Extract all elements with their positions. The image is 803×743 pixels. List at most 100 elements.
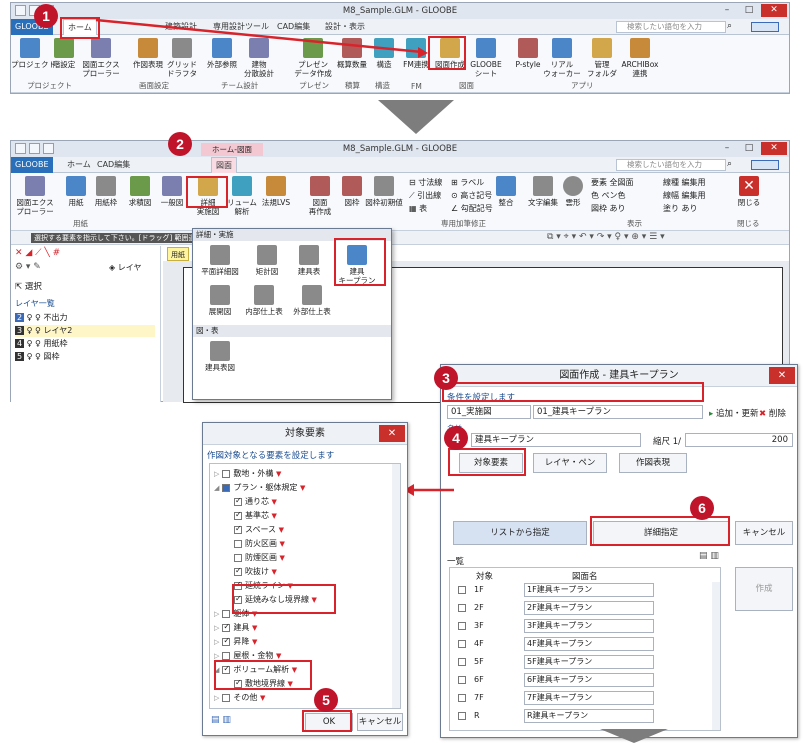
tree-item[interactable]: ▷ 昇降 ▼: [214, 636, 257, 647]
row-checkbox[interactable]: [458, 638, 469, 650]
menu-item-fitting-table[interactable]: 建具表: [289, 245, 329, 276]
filter-icon[interactable]: ▼: [272, 512, 277, 520]
height-mark-button[interactable]: ⊙ 高さ記号: [451, 190, 492, 201]
tree-item[interactable]: ▷ 建具 ▼: [214, 622, 257, 633]
row-checkbox[interactable]: [458, 692, 469, 704]
filter-icon[interactable]: ▼: [276, 652, 281, 660]
drawing-subtype-select[interactable]: 01_建具キープラン: [533, 405, 703, 419]
layer-pen-button[interactable]: レイヤ・ペン: [533, 453, 607, 473]
name-input[interactable]: 建具キープラン: [471, 433, 641, 447]
tree-item[interactable]: スペース ▼: [234, 524, 284, 535]
expand-icon[interactable]: ▷: [214, 638, 219, 646]
tree-item[interactable]: 吹抜け ▼: [234, 566, 277, 577]
label-button[interactable]: ⊞ ラベル: [451, 177, 484, 188]
menu-item-interior-finish[interactable]: 内部仕上表: [241, 285, 287, 316]
layer-row[interactable]: 4 ♀ ♀ 用紙枠: [15, 338, 155, 350]
drawing-name-field[interactable]: 4F建具キープラン: [524, 637, 654, 651]
maximize-button[interactable]: □: [739, 142, 759, 155]
drawing-name-field[interactable]: 7F建具キープラン: [524, 691, 654, 705]
tree-checkbox[interactable]: [222, 483, 231, 492]
title-block-init-button[interactable]: 図枠初期値: [365, 176, 403, 207]
row-checkbox[interactable]: [458, 656, 469, 668]
tree-item[interactable]: ▷ 敷地・外構 ▼: [214, 468, 281, 479]
row-checkbox[interactable]: [458, 710, 469, 722]
drawing-name-field[interactable]: 3F建具キープラン: [524, 619, 654, 633]
drawing-name-field[interactable]: 1F建具キープラン: [524, 583, 654, 597]
close-button[interactable]: ✕: [761, 142, 787, 155]
menu-item-fitting-drawing[interactable]: 建具表図: [197, 341, 243, 372]
tree-checkbox[interactable]: [222, 622, 231, 632]
sheet-tab[interactable]: 用紙全: [167, 247, 189, 273]
search-input-2[interactable]: 検索したい語句を入力: [616, 159, 726, 171]
list-view-icon[interactable]: ▤ ▥: [699, 551, 719, 561]
target-cancel-button[interactable]: キャンセル: [357, 713, 403, 731]
fill-select[interactable]: 塗り あり: [663, 203, 698, 214]
filter-icon[interactable]: ▼: [276, 470, 281, 478]
tab-drawing[interactable]: 図面: [211, 157, 237, 173]
tree-item[interactable]: ▷ その他 ▼: [214, 692, 265, 703]
tree-checkbox[interactable]: [222, 609, 231, 618]
color-select[interactable]: 色 ペン色: [591, 190, 626, 201]
expand-icon[interactable]: ▷: [214, 610, 219, 618]
expand-icon[interactable]: ◢: [214, 484, 219, 492]
cloud-button[interactable]: 雲形: [559, 176, 587, 207]
tree-checkbox[interactable]: [234, 553, 242, 562]
help-icon[interactable]: [751, 160, 779, 170]
drawing-name-field[interactable]: 5F建具キープラン: [524, 655, 654, 669]
tree-item[interactable]: 通り芯 ▼: [234, 496, 277, 507]
tree-view-icon[interactable]: ▤ ▥: [211, 715, 231, 725]
layer-row[interactable]: 5 ♀ ♀ 図枠: [15, 351, 155, 363]
row-checkbox[interactable]: [458, 620, 469, 632]
filter-icon[interactable]: ▼: [252, 624, 257, 632]
line-width-select[interactable]: 線幅 編集用: [663, 190, 706, 201]
select-button[interactable]: ⇱ 選択: [15, 280, 42, 292]
menu-item-plan-detail[interactable]: 平面詳細図: [197, 245, 243, 276]
frame-select[interactable]: 図枠 あり: [591, 203, 626, 214]
tree-checkbox[interactable]: [222, 651, 231, 660]
delete-button[interactable]: ✖ 削除: [759, 407, 786, 419]
save-icon[interactable]: [15, 143, 26, 154]
tab-cad-edit[interactable]: CAD編集: [93, 157, 134, 173]
dimension-line-button[interactable]: ⊟ 寸法線: [409, 177, 442, 188]
filter-icon[interactable]: ▼: [279, 526, 284, 534]
menu-item-elevation[interactable]: 展開図: [197, 285, 243, 316]
scale-input[interactable]: 200: [685, 433, 793, 447]
filter-icon[interactable]: ▼: [280, 540, 285, 548]
leader-line-button[interactable]: ⟋ 引出線: [409, 190, 441, 201]
list-select-button[interactable]: リストから指定: [453, 521, 587, 545]
drawing-name-field[interactable]: R建具キープラン: [524, 709, 654, 723]
pen-tool-icon[interactable]: ⚙ ▾ ✎: [15, 262, 41, 272]
tree-checkbox[interactable]: [234, 566, 242, 576]
tree-checkbox[interactable]: [234, 539, 242, 548]
list-item[interactable]: 4F 4F建具キープラン: [450, 637, 720, 651]
tree-checkbox[interactable]: [234, 510, 242, 520]
layer-button[interactable]: ◈ レイヤ: [109, 262, 141, 273]
list-item[interactable]: 1F 1F建具キープラン: [450, 583, 720, 597]
expand-icon[interactable]: ▷: [214, 624, 219, 632]
tree-item[interactable]: 防火区画 ▼: [234, 538, 285, 549]
tree-item[interactable]: 基準芯 ▼: [234, 510, 277, 521]
tree-checkbox[interactable]: [234, 524, 242, 534]
law-lvs-button[interactable]: 法規LVS: [257, 176, 295, 207]
list-item[interactable]: 6F 6F建具キープラン: [450, 673, 720, 687]
draw-tools-icon[interactable]: ✕ ◢ ⟋ ╲ #: [15, 248, 60, 258]
menu-item-section-detail[interactable]: 矩計図: [247, 245, 287, 276]
tree-item[interactable]: 防煙区画 ▼: [234, 552, 285, 563]
undo-icon[interactable]: [29, 143, 40, 154]
dialog-close-button[interactable]: ✕: [769, 367, 795, 384]
text-edit-button[interactable]: 文字編集: [523, 176, 563, 207]
create-button[interactable]: 作成: [735, 567, 793, 611]
tree-item[interactable]: ◢ プラン・躯体規定 ▼: [214, 482, 305, 493]
filter-icon[interactable]: ▼: [272, 568, 277, 576]
element-select[interactable]: 要素 全図面: [591, 177, 634, 188]
expand-icon[interactable]: ▷: [214, 694, 219, 702]
list-item[interactable]: 2F 2F建具キープラン: [450, 601, 720, 615]
tree-checkbox[interactable]: [222, 469, 231, 478]
expand-icon[interactable]: ▷: [214, 652, 219, 660]
tree-checkbox[interactable]: [222, 636, 231, 646]
table-button[interactable]: ▦ 表: [409, 203, 427, 214]
list-item[interactable]: 5F 5F建具キープラン: [450, 655, 720, 669]
add-update-button[interactable]: ▸ 追加・更新: [709, 407, 758, 419]
tree-checkbox[interactable]: [222, 693, 231, 702]
list-item[interactable]: R R建具キープラン: [450, 709, 720, 723]
